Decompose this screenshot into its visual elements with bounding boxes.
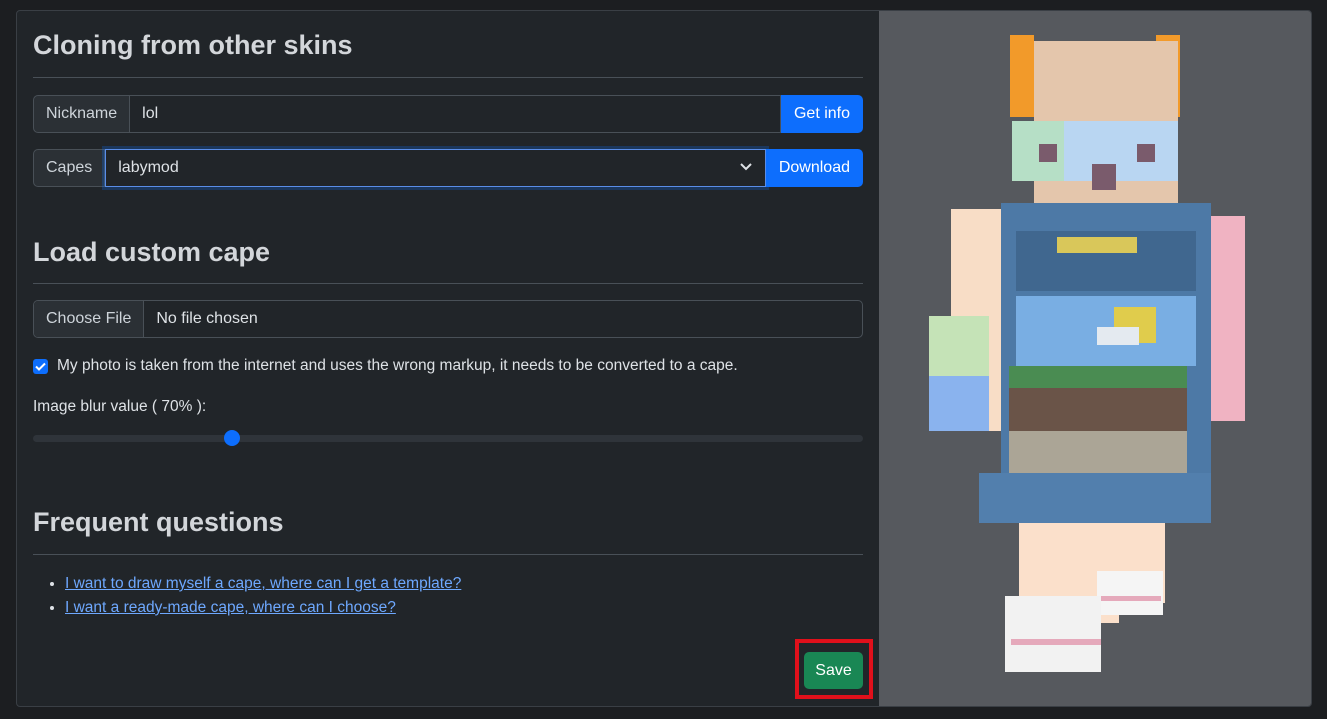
capes-label: Capes [33, 149, 106, 187]
blur-slider-thumb[interactable] [224, 430, 241, 446]
skin-part [979, 473, 1211, 523]
skin-part [1097, 571, 1163, 615]
skin-part [1101, 596, 1161, 601]
skin-part [1009, 366, 1187, 388]
file-status-text: No file chosen [156, 310, 258, 327]
skin-part [1097, 327, 1139, 345]
custom-cape-heading: Load custom cape [33, 237, 271, 267]
settings-column: Cloning from other skins Nickname lol Ge… [17, 11, 879, 706]
capes-select[interactable]: labymod [105, 149, 766, 187]
nickname-input[interactable]: lol [130, 95, 781, 133]
skin-part [1057, 237, 1137, 253]
skin-part [1010, 35, 1034, 117]
cloning-heading: Cloning from other skins [33, 30, 353, 60]
convert-checkbox[interactable] [33, 358, 48, 374]
skin-part [1092, 164, 1116, 190]
faq-list: I want to draw myself a cape, where can … [33, 572, 461, 620]
faq-heading: Frequent questions [33, 507, 284, 537]
skin-part [1137, 144, 1155, 162]
cape-file-input[interactable]: Choose File No file chosen [33, 300, 863, 338]
divider [33, 283, 863, 284]
get-info-button[interactable]: Get info [780, 95, 863, 133]
download-button[interactable]: Download [765, 149, 863, 187]
capes-group: Capes labymod Download [33, 149, 863, 187]
faq-link-template[interactable]: I want to draw myself a cape, where can … [65, 575, 461, 592]
skin-part [1005, 596, 1101, 672]
blur-label: Image blur value ( 70% ): [33, 398, 207, 415]
skin-part [1009, 431, 1187, 473]
skin-preview-render [929, 35, 1245, 672]
nickname-group: Nickname lol Get info [33, 95, 863, 133]
skin-preview[interactable] [879, 11, 1311, 706]
skin-part [1009, 388, 1187, 431]
editor-panel: Cloning from other skins Nickname lol Ge… [16, 10, 1312, 707]
nickname-label: Nickname [33, 95, 131, 133]
checkmark-icon [35, 362, 46, 371]
convert-checkbox-label: My photo is taken from the internet and … [57, 357, 738, 374]
choose-file-button[interactable]: Choose File [34, 301, 145, 337]
skin-part [1011, 639, 1101, 645]
list-item: I want to draw myself a cape, where can … [65, 572, 461, 596]
divider [33, 77, 863, 78]
skin-part [1039, 144, 1057, 162]
blur-slider[interactable] [33, 430, 863, 446]
divider [33, 554, 863, 555]
chevron-down-icon [739, 159, 753, 177]
list-item: I want a ready-made cape, where can I ch… [65, 596, 461, 620]
save-button[interactable]: Save [804, 652, 863, 689]
convert-option: My photo is taken from the internet and … [33, 357, 738, 375]
skin-part [929, 316, 989, 376]
faq-link-ready-made[interactable]: I want a ready-made cape, where can I ch… [65, 599, 396, 616]
capes-selected-value: labymod [118, 159, 179, 176]
